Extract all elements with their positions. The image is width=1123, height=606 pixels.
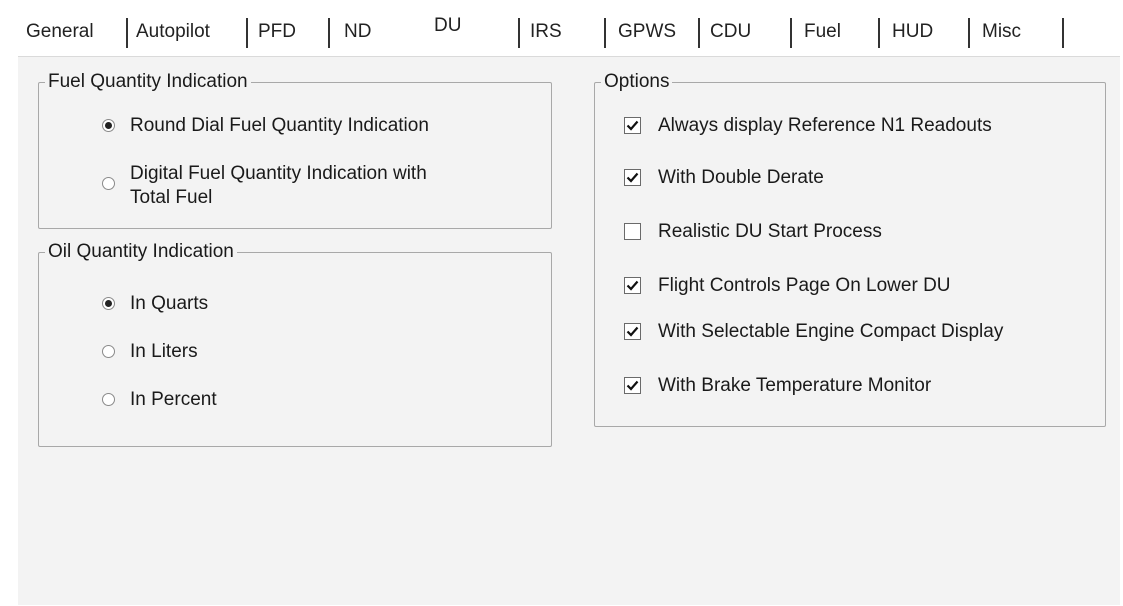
tab-cdu[interactable]: CDU bbox=[710, 10, 790, 54]
tab-label: Autopilot bbox=[136, 21, 210, 42]
checkbox-realistic-du-start[interactable] bbox=[624, 223, 641, 240]
tab-separator bbox=[246, 18, 248, 48]
checkbox-engine-compact-display[interactable] bbox=[624, 323, 641, 340]
radio-digital-fuel-label-line1[interactable]: Digital Fuel Quantity Indication with bbox=[130, 163, 427, 185]
tab-autopilot[interactable]: Autopilot bbox=[136, 10, 248, 54]
tab-label: IRS bbox=[530, 21, 562, 42]
oil-quantity-group: Oil Quantity Indication bbox=[38, 241, 552, 447]
checkbox-reference-n1-label[interactable]: Always display Reference N1 Readouts bbox=[658, 115, 992, 137]
tab-nd[interactable]: ND bbox=[328, 10, 410, 54]
fuel-quantity-group-title: Fuel Quantity Indication bbox=[45, 71, 251, 93]
radio-round-dial-fuel-label[interactable]: Round Dial Fuel Quantity Indication bbox=[130, 115, 429, 137]
tab-hud[interactable]: HUD bbox=[878, 10, 962, 54]
tab-label: DU bbox=[434, 15, 462, 36]
tab-pfd[interactable]: PFD bbox=[258, 10, 328, 54]
checkmark-icon bbox=[626, 172, 639, 183]
tab-separator bbox=[126, 18, 128, 48]
tab-separator bbox=[790, 18, 792, 48]
tab-label: General bbox=[26, 21, 94, 42]
tab-separator bbox=[878, 18, 880, 48]
tab-label: Fuel bbox=[804, 21, 841, 42]
tab-separator bbox=[1062, 18, 1064, 48]
checkmark-icon bbox=[626, 380, 639, 391]
radio-in-quarts[interactable] bbox=[102, 297, 115, 310]
tab-du[interactable]: DU bbox=[434, 4, 524, 48]
checkbox-engine-compact-display-label[interactable]: With Selectable Engine Compact Display bbox=[658, 321, 1003, 343]
tab-general[interactable]: General bbox=[26, 10, 128, 54]
tab-gpws[interactable]: GPWS bbox=[604, 10, 700, 54]
tab-fuel[interactable]: Fuel bbox=[790, 10, 874, 54]
radio-in-liters-label[interactable]: In Liters bbox=[130, 341, 198, 363]
radio-in-liters[interactable] bbox=[102, 345, 115, 358]
checkbox-double-derate[interactable] bbox=[624, 169, 641, 186]
tab-separator bbox=[968, 18, 970, 48]
radio-digital-fuel-label-line2[interactable]: Total Fuel bbox=[130, 187, 212, 209]
checkbox-reference-n1[interactable] bbox=[624, 117, 641, 134]
tab-separator bbox=[698, 18, 700, 48]
radio-in-percent[interactable] bbox=[102, 393, 115, 406]
checkmark-icon bbox=[626, 326, 639, 337]
radio-in-quarts-label[interactable]: In Quarts bbox=[130, 293, 208, 315]
radio-round-dial-fuel[interactable] bbox=[102, 119, 115, 132]
tab-label: HUD bbox=[892, 21, 934, 42]
tab-misc[interactable]: Misc bbox=[968, 10, 1064, 54]
checkmark-icon bbox=[626, 120, 639, 131]
tab-separator bbox=[604, 18, 606, 48]
tab-strip: General Autopilot PFD ND DU IRS GPWS CDU… bbox=[18, 10, 1118, 56]
du-settings-dialog: General Autopilot PFD ND DU IRS GPWS CDU… bbox=[0, 0, 1123, 606]
radio-in-percent-label[interactable]: In Percent bbox=[130, 389, 217, 411]
options-group-title: Options bbox=[601, 71, 673, 93]
checkbox-flight-controls-page[interactable] bbox=[624, 277, 641, 294]
checkbox-double-derate-label[interactable]: With Double Derate bbox=[658, 167, 824, 189]
tab-label: ND bbox=[344, 21, 372, 42]
radio-digital-fuel[interactable] bbox=[102, 177, 115, 190]
checkbox-realistic-du-start-label[interactable]: Realistic DU Start Process bbox=[658, 221, 882, 243]
tab-label: GPWS bbox=[618, 21, 677, 42]
tab-content-panel: Fuel Quantity Indication Round Dial Fuel… bbox=[18, 56, 1120, 605]
tab-separator bbox=[328, 18, 330, 48]
tab-label: PFD bbox=[258, 21, 296, 42]
checkmark-icon bbox=[626, 280, 639, 291]
tab-label: Misc bbox=[982, 21, 1022, 42]
checkbox-brake-temperature[interactable] bbox=[624, 377, 641, 394]
tab-separator bbox=[518, 18, 520, 48]
tab-label: CDU bbox=[710, 21, 752, 42]
checkbox-brake-temperature-label[interactable]: With Brake Temperature Monitor bbox=[658, 375, 931, 397]
oil-quantity-group-title: Oil Quantity Indication bbox=[45, 241, 237, 263]
checkbox-flight-controls-page-label[interactable]: Flight Controls Page On Lower DU bbox=[658, 275, 951, 297]
fuel-quantity-group: Fuel Quantity Indication bbox=[38, 71, 552, 229]
tab-irs[interactable]: IRS bbox=[518, 10, 602, 54]
